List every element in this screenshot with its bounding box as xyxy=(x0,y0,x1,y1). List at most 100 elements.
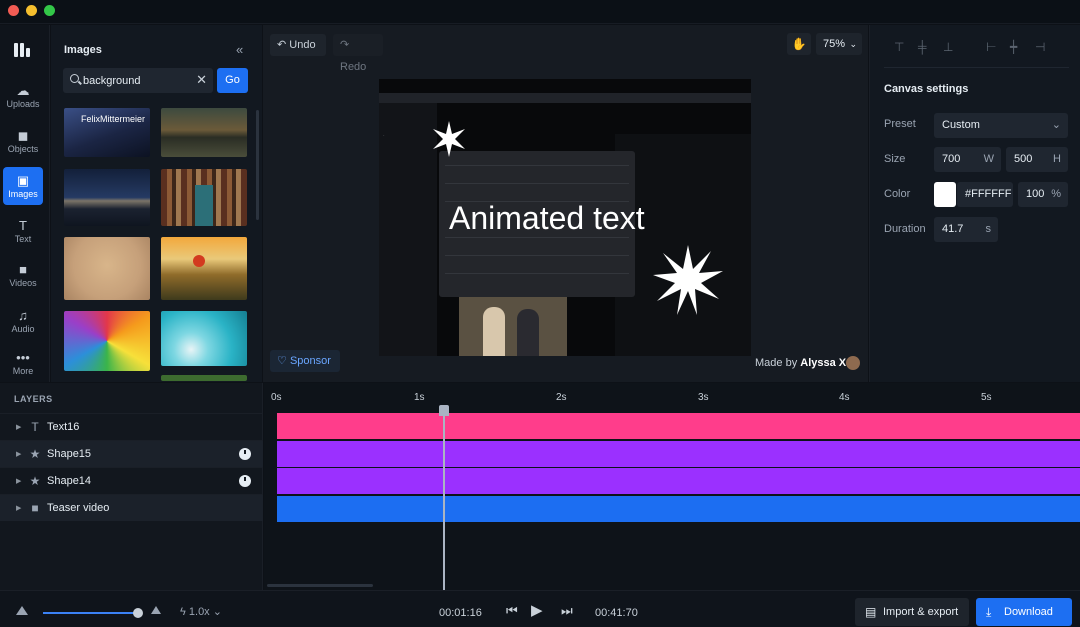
timeline-zoom-slider[interactable] xyxy=(43,612,138,614)
align-left-icon[interactable]: ⊢ xyxy=(986,40,996,54)
clear-search-icon[interactable]: ✕ xyxy=(196,72,207,88)
color-swatch[interactable] xyxy=(934,182,956,207)
layer-name: Teaser video xyxy=(47,502,110,514)
layer-shape15[interactable]: ▶ ★ Shape15 xyxy=(0,440,263,467)
slider-handle[interactable] xyxy=(133,608,143,618)
zoom-in-icon[interactable] xyxy=(151,606,161,614)
preset-select[interactable]: Custom ⌄ xyxy=(934,113,1068,138)
width-input[interactable]: 700 W xyxy=(934,147,1001,172)
image-thumbnail[interactable] xyxy=(64,169,150,226)
sidebar-item-label: Text xyxy=(14,234,32,244)
layer-name: Shape15 xyxy=(47,448,92,460)
playhead[interactable] xyxy=(443,408,445,590)
align-middle-icon[interactable]: ╪ xyxy=(918,40,927,54)
search-input[interactable] xyxy=(83,72,193,89)
align-right-icon[interactable]: ⊣ xyxy=(1035,40,1045,54)
width-unit: W xyxy=(983,153,994,165)
time-tick: 3s xyxy=(698,392,709,403)
duration-input[interactable]: 41.7 s xyxy=(934,217,998,242)
download-button[interactable]: ⤓ Download xyxy=(976,598,1072,626)
playhead-handle[interactable] xyxy=(439,405,449,416)
sidebar-item-audio[interactable]: ♫ Audio xyxy=(3,302,43,340)
track-shape14[interactable] xyxy=(277,468,1080,494)
color-hex-input[interactable]: #FFFFFF xyxy=(957,182,1013,207)
timeline[interactable]: 0s 1s 2s 3s 4s 5s xyxy=(264,383,1080,590)
sidebar-item-label: Videos xyxy=(9,278,37,288)
sidebar-item-more[interactable]: ••• More xyxy=(3,344,43,382)
redo-icon: ↷ xyxy=(340,39,350,51)
clock-icon[interactable] xyxy=(239,448,251,460)
sparkle-star-icon[interactable] xyxy=(431,121,467,157)
sponsor-button[interactable]: ♡ Sponsor xyxy=(270,350,340,372)
sidebar-item-uploads[interactable]: ☁ Uploads xyxy=(3,77,43,115)
skip-forward-icon[interactable]: ⏭ xyxy=(561,603,573,619)
app-logo-icon xyxy=(14,41,34,57)
panel-scrollbar[interactable] xyxy=(256,110,259,220)
image-thumbnail[interactable] xyxy=(161,169,247,226)
hand-tool-icon[interactable]: ✋ xyxy=(787,33,811,55)
image-icon: ▣ xyxy=(16,173,30,188)
timeline-scrollbar[interactable] xyxy=(267,584,373,587)
collapse-panel-icon[interactable]: « xyxy=(236,42,243,57)
made-by-credit[interactable]: Made by Alyssa X xyxy=(755,357,846,369)
align-center-icon[interactable]: ┿ xyxy=(1010,40,1017,54)
zoom-out-icon[interactable] xyxy=(16,606,28,615)
skip-back-icon[interactable]: ⏮ xyxy=(506,603,518,619)
sidebar-item-images[interactable]: ▣ Images xyxy=(3,167,43,205)
align-bottom-icon[interactable]: ⊥ xyxy=(943,40,953,54)
image-thumbnail[interactable] xyxy=(161,375,247,381)
sidebar-item-label: Audio xyxy=(11,324,35,334)
image-thumbnail[interactable] xyxy=(64,237,150,300)
opacity-input[interactable]: 100 % xyxy=(1018,182,1068,207)
speed-select[interactable]: ϟ 1.0x ⌄ xyxy=(180,605,222,618)
image-thumbnail[interactable] xyxy=(64,311,150,371)
track-teaser-video[interactable] xyxy=(277,496,1080,522)
chevron-down-icon: ⌄ xyxy=(849,39,857,49)
video-canvas[interactable]: · Animated text xyxy=(379,79,751,356)
image-thumbnail[interactable] xyxy=(161,108,247,157)
maximize-window-button[interactable] xyxy=(44,5,55,16)
image-thumbnail[interactable]: FelixMittermeier xyxy=(64,108,150,157)
search-go-button[interactable]: Go xyxy=(217,68,248,93)
speed-value: 1.0x xyxy=(188,606,210,618)
zoom-select[interactable]: 75% ⌄ xyxy=(816,33,862,55)
animated-text-layer[interactable]: Animated text xyxy=(449,199,645,237)
import-export-button[interactable]: ▤ Import & export xyxy=(855,598,969,626)
image-search: ✕ xyxy=(63,68,213,93)
expand-arrow-icon[interactable]: ▶ xyxy=(16,504,21,512)
sidebar-item-label: More xyxy=(12,366,34,376)
layer-shape14[interactable]: ▶ ★ Shape14 xyxy=(0,467,263,494)
burst-star-icon[interactable] xyxy=(653,245,723,315)
screenshot-browser-bar xyxy=(379,93,751,103)
image-thumbnail[interactable] xyxy=(161,237,247,300)
cloud-upload-icon: ☁ xyxy=(16,83,30,98)
sidebar-item-text[interactable]: T Text xyxy=(3,212,43,250)
align-top-icon[interactable]: ⊤ xyxy=(894,40,904,54)
author-avatar[interactable] xyxy=(846,356,860,370)
track-text16[interactable] xyxy=(277,413,1080,439)
redo-button[interactable]: ↷ Redo xyxy=(333,34,383,73)
opacity-unit: % xyxy=(1051,188,1061,200)
height-input[interactable]: 500 H xyxy=(1006,147,1068,172)
expand-arrow-icon[interactable]: ▶ xyxy=(16,450,21,458)
clock-icon[interactable] xyxy=(239,475,251,487)
text-icon: T xyxy=(19,218,27,233)
layer-text16[interactable]: ▶ T Text16 xyxy=(0,413,263,440)
image-thumbnail[interactable] xyxy=(161,311,247,366)
undo-button[interactable]: ↶ Undo xyxy=(270,34,326,56)
minimize-window-button[interactable] xyxy=(26,5,37,16)
divider xyxy=(884,67,1069,68)
time-tick: 2s xyxy=(556,392,567,403)
images-panel: Images « ✕ Go FelixMittermeier xyxy=(51,25,262,382)
track-shape15[interactable] xyxy=(277,441,1080,467)
play-icon[interactable]: ▶ xyxy=(531,601,543,619)
expand-arrow-icon[interactable]: ▶ xyxy=(16,477,21,485)
close-window-button[interactable] xyxy=(8,5,19,16)
sidebar-item-objects[interactable]: ◼ Objects xyxy=(3,122,43,160)
undo-label: Undo xyxy=(289,39,316,51)
layer-teaser-video[interactable]: ▶ ■ Teaser video xyxy=(0,494,263,521)
made-by-name: Alyssa X xyxy=(800,357,847,369)
expand-arrow-icon[interactable]: ▶ xyxy=(16,423,21,431)
sidebar-item-videos[interactable]: ■ Videos xyxy=(3,256,43,294)
playback-bar: ϟ 1.0x ⌄ 00:01:16 ⏮ ▶ ⏭ 00:41:70 ▤ Impor… xyxy=(0,590,1080,627)
